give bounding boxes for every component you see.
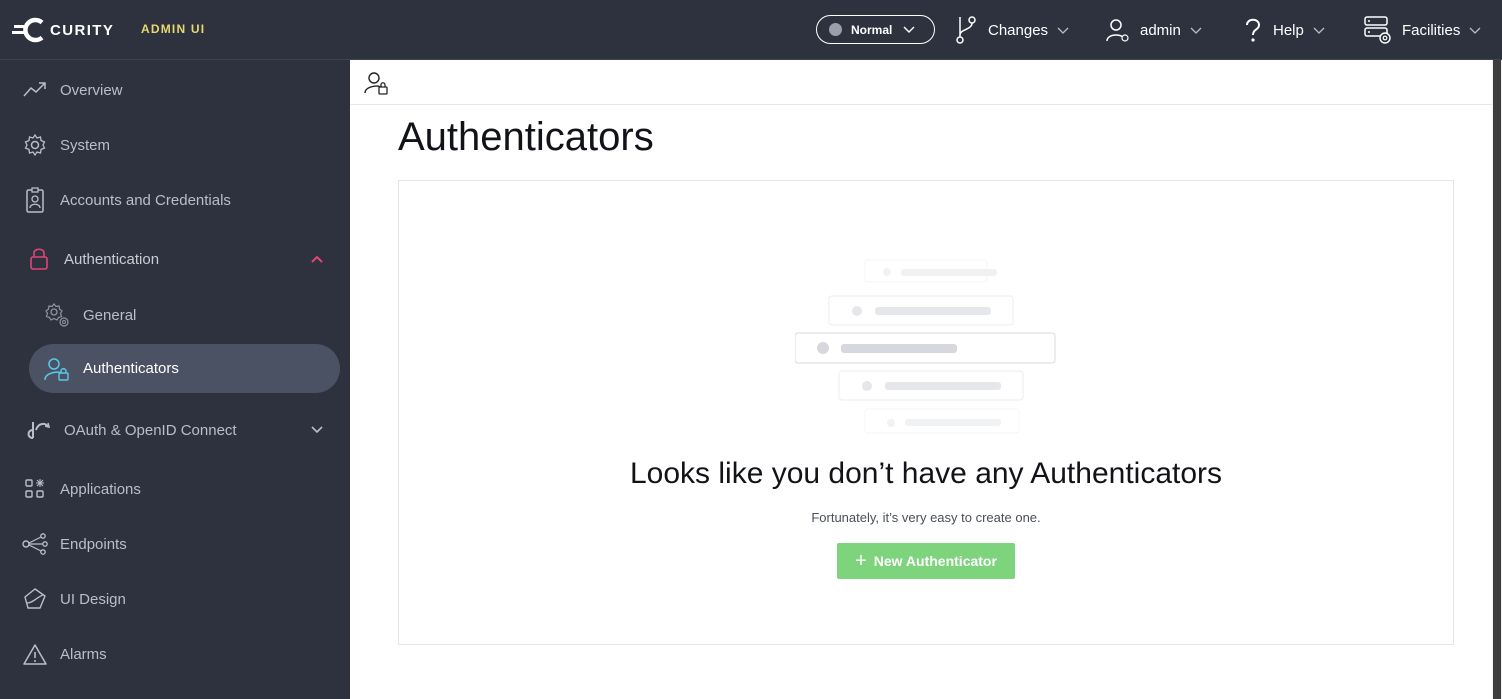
top-bar: CURITY ADMIN UI Normal Changes admin Hel… bbox=[0, 0, 1502, 60]
main-content: Authenticators Looks like you don’t have… bbox=[350, 60, 1492, 699]
user-settings-icon bbox=[1106, 19, 1129, 42]
new-authenticator-button[interactable]: + New Authenticator bbox=[837, 543, 1015, 579]
new-authenticator-label: New Authenticator bbox=[873, 553, 997, 569]
changes-label: Changes bbox=[988, 21, 1049, 39]
sidebar-item-applications[interactable]: Applications bbox=[0, 467, 350, 511]
help-label: Help bbox=[1273, 21, 1304, 39]
sidebar: Overview System Accounts and Credentials bbox=[0, 60, 350, 699]
empty-state-subtext: Fortunately, it’s very easy to create on… bbox=[811, 510, 1041, 525]
sidebar-item-label: UI Design bbox=[60, 590, 126, 608]
empty-state-heading: Looks like you don’t have any Authentica… bbox=[629, 457, 1223, 490]
changes-menu[interactable]: Changes bbox=[954, 14, 1070, 46]
id-badge-icon bbox=[22, 187, 48, 213]
sidebar-item-label: Alarms bbox=[60, 645, 107, 663]
server-settings-icon bbox=[1364, 16, 1391, 44]
help-menu[interactable]: Help bbox=[1243, 14, 1326, 46]
sidebar-item-label: Applications bbox=[60, 480, 141, 498]
user-label: admin bbox=[1140, 21, 1181, 39]
lock-icon bbox=[26, 246, 52, 272]
plus-icon: + bbox=[855, 550, 867, 572]
sidebar-item-accounts[interactable]: Accounts and Credentials bbox=[0, 178, 350, 222]
admin-ui-label: ADMIN UI bbox=[141, 22, 206, 36]
facilities-label: Facilities bbox=[1402, 21, 1461, 39]
empty-list-illustration bbox=[795, 259, 1056, 434]
chevron-down-icon bbox=[1190, 27, 1202, 34]
sidebar-item-alarms[interactable]: Alarms bbox=[0, 632, 350, 676]
sidebar-item-system[interactable]: System bbox=[0, 123, 350, 167]
sidebar-item-authenticators[interactable]: Authenticators bbox=[29, 344, 340, 393]
endpoints-icon bbox=[22, 531, 48, 557]
user-lock-icon[interactable] bbox=[364, 70, 390, 96]
scrollbar[interactable] bbox=[1492, 60, 1502, 699]
sidebar-item-general[interactable]: General bbox=[0, 293, 350, 337]
sidebar-item-label: General bbox=[83, 306, 137, 324]
breadcrumb bbox=[350, 60, 1492, 105]
sidebar-item-label: Authentication bbox=[64, 250, 160, 268]
mode-status-dot bbox=[829, 23, 842, 36]
gears-icon bbox=[44, 302, 70, 328]
user-menu[interactable]: admin bbox=[1106, 14, 1203, 46]
gear-icon bbox=[22, 132, 48, 158]
sidebar-item-endpoints[interactable]: Endpoints bbox=[0, 522, 350, 566]
chevron-down-icon[interactable] bbox=[310, 423, 324, 437]
brand-name: CURITY bbox=[50, 21, 115, 39]
page-title: Authenticators bbox=[398, 115, 654, 159]
sidebar-item-label: Accounts and Credentials bbox=[60, 191, 231, 209]
oauth-icon bbox=[26, 417, 52, 443]
branch-icon bbox=[956, 16, 976, 44]
empty-state-card: Looks like you don’t have any Authentica… bbox=[398, 180, 1454, 645]
facilities-menu[interactable]: Facilities bbox=[1364, 14, 1482, 46]
sidebar-item-overview[interactable]: Overview bbox=[0, 68, 350, 112]
mode-selector[interactable]: Normal bbox=[816, 15, 935, 44]
chevron-down-icon bbox=[1469, 27, 1481, 34]
chevron-up-icon[interactable] bbox=[310, 252, 324, 266]
sidebar-item-label: Endpoints bbox=[60, 535, 127, 553]
mode-label: Normal bbox=[851, 22, 893, 37]
warning-icon bbox=[22, 641, 48, 667]
apps-icon bbox=[22, 476, 48, 502]
sidebar-item-label: Overview bbox=[60, 81, 123, 99]
chevron-down-icon bbox=[1057, 27, 1069, 34]
chevron-down-icon bbox=[903, 26, 915, 33]
scrollbar-thumb[interactable] bbox=[1493, 60, 1501, 699]
sidebar-item-label: OAuth & OpenID Connect bbox=[64, 421, 237, 439]
sidebar-item-label: System bbox=[60, 136, 111, 154]
chevron-down-icon bbox=[1313, 27, 1325, 34]
trend-icon bbox=[22, 77, 48, 103]
sidebar-item-ui-design[interactable]: UI Design bbox=[0, 577, 350, 621]
design-icon bbox=[22, 586, 48, 612]
sidebar-item-label: Authenticators bbox=[83, 360, 179, 377]
question-icon bbox=[1246, 18, 1261, 42]
curity-logo[interactable]: CURITY bbox=[12, 17, 114, 43]
user-lock-icon bbox=[44, 356, 70, 382]
sidebar-item-authentication[interactable]: Authentication bbox=[0, 237, 350, 281]
sidebar-item-oauth[interactable]: OAuth & OpenID Connect bbox=[0, 408, 350, 452]
curity-logo-icon bbox=[12, 17, 44, 43]
